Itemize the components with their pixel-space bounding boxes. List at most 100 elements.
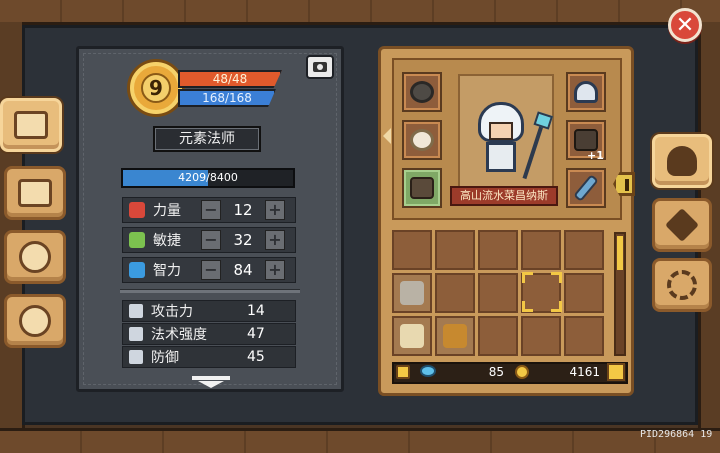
inventory-slot[interactable] xyxy=(478,230,518,270)
helmet-icon xyxy=(574,81,598,103)
increase-button[interactable]: + xyxy=(265,200,285,220)
attribute-value: 32 xyxy=(233,231,253,249)
exp-text: 4209/8400 xyxy=(178,171,238,184)
panel-left-notch xyxy=(383,128,391,144)
decrease-button[interactable]: − xyxy=(201,230,221,250)
wood-frame-bottom xyxy=(0,428,720,453)
feather-icon xyxy=(129,232,145,248)
wand-icon xyxy=(129,327,143,341)
inventory-slot[interactable] xyxy=(435,316,475,356)
stat-value: 47 xyxy=(247,326,265,342)
player-id: PID296864 19 xyxy=(640,429,713,440)
attribute-row: 智力 −84 + xyxy=(122,257,296,283)
tab-weapons[interactable] xyxy=(652,198,712,252)
level-badge: 9 xyxy=(130,62,182,114)
inventory-slot[interactable] xyxy=(392,273,432,313)
attribute-value: 84 xyxy=(233,261,253,279)
inventory-slot[interactable] xyxy=(564,230,604,270)
close-button[interactable]: ✕ xyxy=(668,8,702,42)
inventory-slot[interactable] xyxy=(478,316,518,356)
book-icon xyxy=(14,111,48,139)
weapon-slot[interactable] xyxy=(566,168,606,208)
character-face xyxy=(489,122,513,140)
inventory-scrollbar-thumb[interactable] xyxy=(617,236,623,270)
wood-frame-top xyxy=(0,0,720,25)
stat-row: 攻击力 14 xyxy=(122,300,296,322)
increase-button[interactable]: + xyxy=(265,260,285,280)
inventory-scrollbar[interactable] xyxy=(614,232,626,356)
tab-scroll[interactable] xyxy=(4,166,66,220)
stat-label: 防御 xyxy=(151,350,179,366)
boots-icon xyxy=(410,177,434,199)
ring-icon xyxy=(410,129,434,151)
fist-icon xyxy=(129,202,145,218)
coin-icon xyxy=(515,365,529,379)
crossed-swords-icon xyxy=(665,208,699,242)
decrease-button[interactable]: − xyxy=(201,260,221,280)
exp-bar: 4209/8400 xyxy=(121,168,295,188)
tab-book[interactable] xyxy=(0,98,62,152)
stat-row: 法术强度 47 xyxy=(122,323,296,345)
stat-value: 14 xyxy=(247,303,265,319)
scroll-icon xyxy=(400,324,424,348)
paw-icon xyxy=(19,241,51,273)
attribute-label: 智力 xyxy=(153,263,181,279)
decrease-button[interactable]: − xyxy=(201,200,221,220)
stat-value: 45 xyxy=(247,349,265,365)
class-name-label: 元素法师 xyxy=(153,126,261,152)
feather-quill-icon xyxy=(443,324,467,348)
gold-value: 4161 xyxy=(569,365,600,379)
gems-value: 85 xyxy=(488,365,504,379)
tab-settings[interactable] xyxy=(652,258,712,312)
weapon-name-label: 高山流水菜昌纳斯 xyxy=(450,186,558,206)
tab-equipment[interactable] xyxy=(652,134,712,188)
stats-divider xyxy=(120,289,300,293)
inventory-slot[interactable] xyxy=(392,316,432,356)
stat-row: 防御 45 xyxy=(122,346,296,368)
sort-grid-button[interactable] xyxy=(607,363,625,381)
shield-icon xyxy=(129,350,143,364)
necklace-slot[interactable] xyxy=(402,72,442,112)
inventory-slot[interactable] xyxy=(564,273,604,313)
medal-icon xyxy=(400,281,424,305)
inventory-slot[interactable] xyxy=(435,230,475,270)
helmet-slot[interactable] xyxy=(566,72,606,112)
sword-icon xyxy=(129,304,143,318)
inventory-slot[interactable] xyxy=(392,230,432,270)
attribute-row: 力量 −12 + xyxy=(122,197,296,223)
attribute-label: 力量 xyxy=(153,203,181,219)
ring-slot[interactable] xyxy=(402,120,442,160)
stat-label: 法术强度 xyxy=(151,327,207,343)
scroll-icon xyxy=(18,179,52,207)
bag-icon[interactable] xyxy=(396,365,410,379)
attribute-row: 敏捷 −32 + xyxy=(122,227,296,253)
mp-bar: 168/168 xyxy=(178,89,276,107)
camera-icon xyxy=(313,62,327,72)
inventory-slot[interactable] xyxy=(521,230,561,270)
staff-icon xyxy=(573,174,599,202)
shield-icon xyxy=(19,305,51,337)
boots-slot[interactable] xyxy=(402,168,442,208)
attribute-value: 12 xyxy=(233,201,253,219)
level-value: 9 xyxy=(141,73,171,103)
inventory-slot[interactable] xyxy=(435,273,475,313)
tab-pet[interactable] xyxy=(4,230,66,284)
inventory-selection-cursor xyxy=(522,272,562,312)
stat-label: 攻击力 xyxy=(151,304,193,320)
gear-icon xyxy=(667,270,697,300)
armor-icon xyxy=(574,129,598,151)
inventory-slot[interactable] xyxy=(521,316,561,356)
attribute-label: 敏捷 xyxy=(153,233,181,249)
book-icon xyxy=(129,262,145,278)
tab-shield[interactable] xyxy=(4,294,66,348)
screenshot-button[interactable] xyxy=(306,55,334,79)
scroll-down-arrow[interactable] xyxy=(192,376,230,388)
inventory-slot[interactable] xyxy=(478,273,518,313)
necklace-icon xyxy=(410,81,434,103)
armor-enhance-badge: +1 xyxy=(587,149,604,162)
increase-button[interactable]: + xyxy=(265,230,285,250)
character-body xyxy=(486,142,516,172)
gem-icon xyxy=(420,365,436,377)
inventory-slot[interactable] xyxy=(564,316,604,356)
helmet-icon xyxy=(667,146,697,176)
